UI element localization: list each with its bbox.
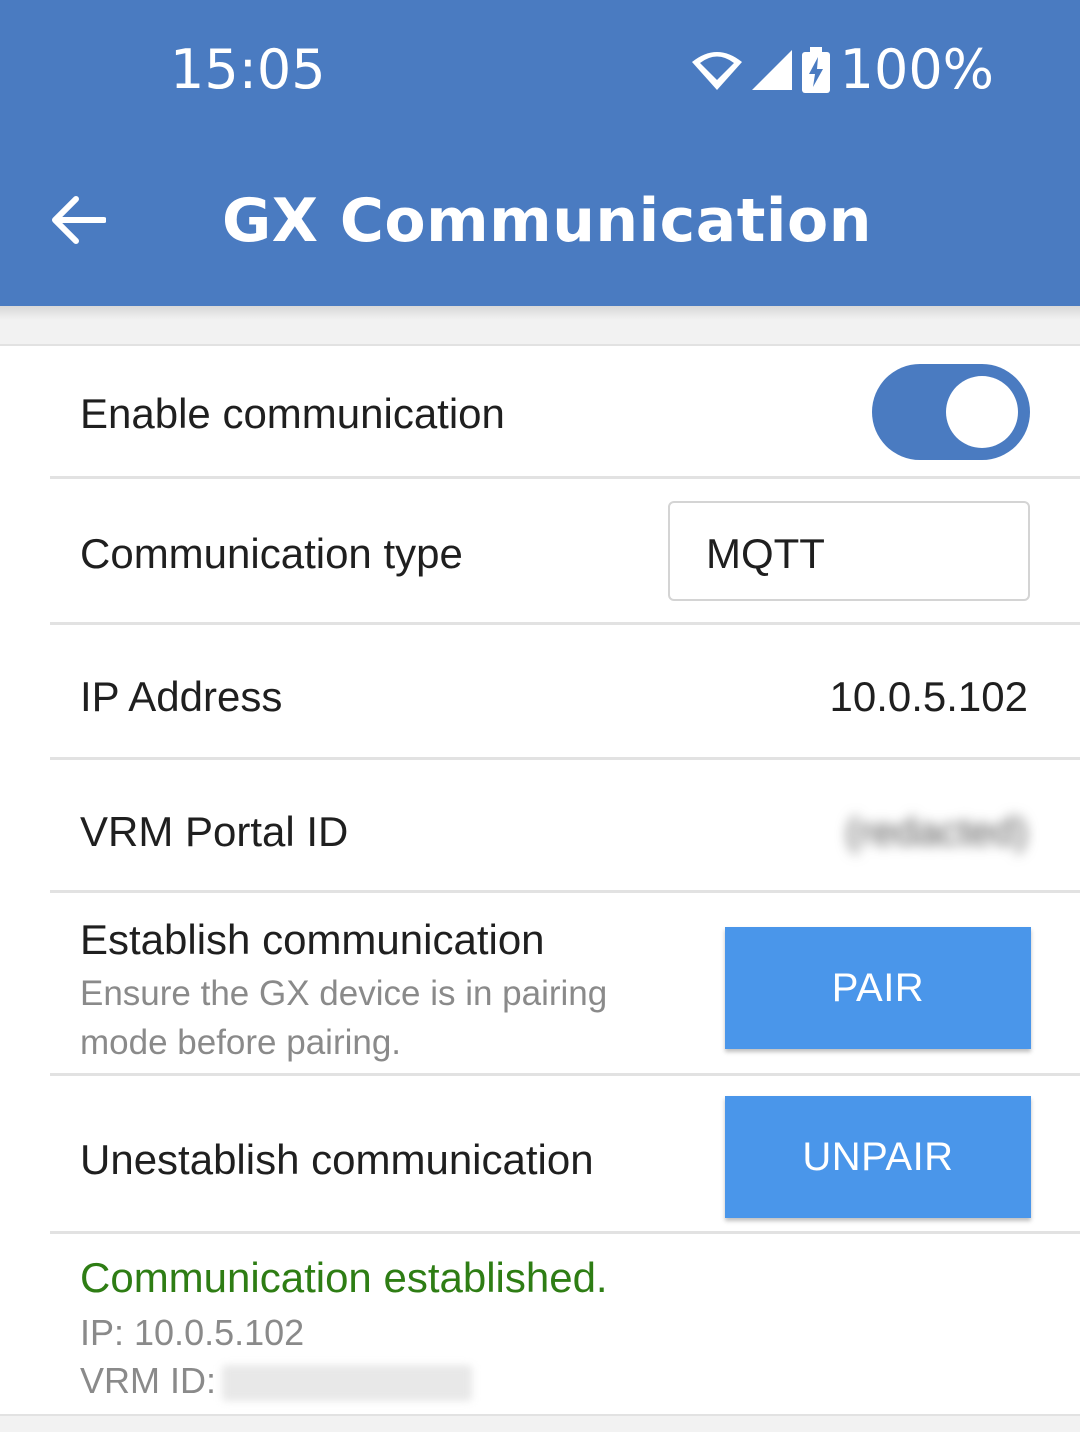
establish-communication-hint: Ensure the GX device is in pairing mode … bbox=[80, 974, 608, 1062]
row-establish-communication: Establish communication Ensure the GX de… bbox=[50, 893, 1080, 1076]
connection-ip: IP: 10.0.5.102 bbox=[80, 1312, 305, 1353]
back-button[interactable] bbox=[38, 180, 118, 260]
cell-signal-icon bbox=[751, 49, 792, 90]
toggle-knob bbox=[946, 376, 1018, 448]
vrm-portal-id-label: VRM Portal ID bbox=[80, 808, 349, 855]
unestablish-communication-label: Unestablish communication bbox=[80, 1136, 594, 1183]
vrm-portal-id-value: (redacted) bbox=[845, 810, 1028, 854]
establish-communication-label: Establish communication bbox=[80, 916, 545, 963]
communication-type-label: Communication type bbox=[80, 530, 463, 577]
ip-address-label: IP Address bbox=[80, 673, 283, 720]
enable-communication-label: Enable communication bbox=[80, 390, 505, 437]
arrow-back-icon bbox=[52, 196, 106, 244]
status-time: 15:05 bbox=[170, 38, 326, 101]
row-ip-address: IP Address 10.0.5.102 bbox=[50, 625, 1080, 760]
connection-vrm-label: VRM ID: bbox=[80, 1360, 217, 1401]
pair-button[interactable]: PAIR bbox=[725, 927, 1031, 1049]
unpair-button[interactable]: UNPAIR bbox=[725, 1096, 1031, 1218]
status-icons: 100% bbox=[691, 38, 994, 101]
row-unestablish-communication: Unestablish communication UNPAIR bbox=[50, 1076, 1080, 1234]
row-enable-communication: Enable communication bbox=[50, 346, 1080, 479]
connection-vrm-redacted bbox=[222, 1365, 473, 1402]
ip-address-value: 10.0.5.102 bbox=[829, 673, 1028, 720]
connection-status-message: Communication established. bbox=[80, 1254, 608, 1301]
row-communication-type: Communication type MQTT bbox=[50, 479, 1080, 625]
header-shadow bbox=[0, 306, 1080, 320]
connection-vrm: VRM ID: bbox=[80, 1360, 473, 1402]
battery-percent: 100% bbox=[839, 38, 994, 101]
battery-charging-icon bbox=[801, 46, 830, 93]
page-title: GX Communication bbox=[222, 186, 872, 256]
communication-type-value: MQTT bbox=[706, 530, 825, 577]
row-vrm-portal-id: VRM Portal ID (redacted) bbox=[50, 760, 1080, 893]
enable-communication-toggle[interactable] bbox=[872, 364, 1030, 460]
communication-type-select[interactable]: MQTT bbox=[668, 501, 1030, 601]
app-bar: 15:05 100% GX Communication bbox=[0, 0, 1080, 306]
wifi-icon bbox=[691, 51, 742, 90]
